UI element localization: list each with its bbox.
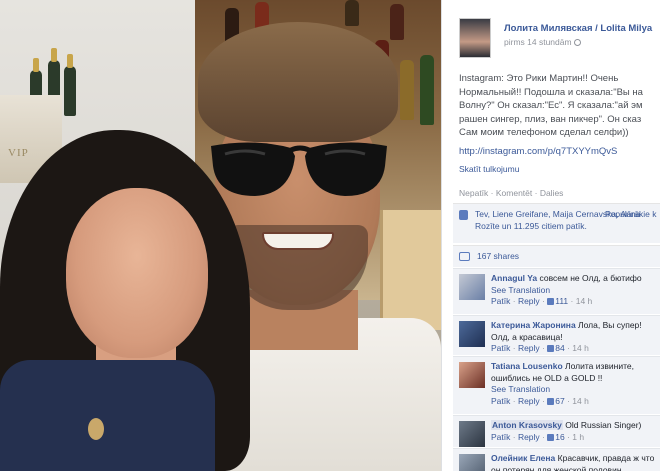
share-action[interactable]: Dalies: [540, 188, 564, 198]
comment-item: Олейник Елена Красавчик, правда ж что он…: [453, 448, 660, 471]
comment-like-link[interactable]: Patīk: [491, 296, 510, 306]
comment-reply-link[interactable]: Reply: [518, 296, 540, 306]
comment-like-count[interactable]: 67: [555, 396, 564, 406]
commenter-avatar[interactable]: [459, 362, 485, 388]
comment-see-translation[interactable]: See Translation: [491, 285, 660, 297]
champagne-bottle: [64, 54, 76, 116]
comment-text: Old Russian Singer): [565, 420, 642, 430]
comment-see-translation[interactable]: See Translation: [491, 384, 660, 396]
commenter-avatar[interactable]: [459, 274, 485, 300]
commenter-name[interactable]: Annagul Ya: [491, 273, 537, 283]
author-avatar[interactable]: [459, 18, 491, 58]
see-translation-link[interactable]: Skatīt tulkojumu: [459, 164, 519, 174]
thumbs-up-icon: [547, 298, 555, 306]
comment-like-count[interactable]: 111: [555, 296, 568, 306]
post-time[interactable]: pirms 14 stundām: [504, 37, 581, 47]
thumbs-up-icon: [547, 433, 555, 441]
shares-count[interactable]: 167 shares: [477, 251, 519, 261]
comment-text: совсем не Олд, а бютифо: [539, 273, 642, 283]
woman-face: [66, 188, 208, 358]
comment-reply-link[interactable]: Reply: [518, 432, 540, 442]
shares-summary[interactable]: 167 shares: [453, 245, 660, 267]
comment-like-count[interactable]: 16: [555, 432, 564, 442]
comment-time[interactable]: 14 h: [576, 296, 593, 306]
post-header: Лолита Милявская / Lolita Milya pirms 14…: [442, 0, 660, 68]
author-name[interactable]: Лолита Милявская / Lolita Milya: [504, 23, 652, 34]
comment-like-link[interactable]: Patīk: [491, 396, 510, 406]
facebook-post-panel: Лолита Милявская / Lolita Milya pirms 14…: [441, 0, 660, 471]
post-link[interactable]: http://instagram.com/p/q7TXYYmQvS: [459, 146, 617, 157]
comment-item: Anton Krasovsky Old Russian Singer) Patī…: [453, 415, 660, 447]
post-time-text: pirms 14 stundām: [504, 37, 572, 47]
unlike-action[interactable]: Nepatīk: [459, 188, 488, 198]
thumbs-up-icon: [459, 210, 468, 220]
pendant: [88, 418, 104, 440]
comment-like-link[interactable]: Patīk: [491, 432, 510, 442]
commenter-avatar[interactable]: [459, 421, 485, 447]
post-actions: Nepatīk · Komentēt · Dalies: [459, 188, 564, 198]
post-text: Instagram: Это Рики Мартин!! Очень Норма…: [459, 73, 643, 138]
photo-cabinet: [380, 210, 441, 330]
likes-summary: Tev, Liene Greifane, Maija Cernavska, An…: [453, 203, 660, 243]
comment-time[interactable]: 14 h: [572, 396, 589, 406]
sunglasses-icon: [211, 142, 387, 196]
post-photo[interactable]: VIP: [0, 0, 441, 471]
comment-item: Tatiana Lousenko Лолита извините, ошибли…: [453, 356, 660, 414]
comment-item: Annagul Ya совсем не Олд, а бютифо See T…: [453, 268, 660, 314]
commenter-avatar[interactable]: [459, 321, 485, 347]
comment-time[interactable]: 14 h: [572, 343, 589, 353]
comment-like-count[interactable]: 84: [555, 343, 564, 353]
commenter-avatar[interactable]: [459, 454, 485, 471]
thumbs-up-icon: [547, 397, 555, 405]
thumbs-up-icon: [547, 345, 555, 353]
share-icon: [459, 252, 470, 261]
commenter-name[interactable]: Tatiana Lousenko: [491, 361, 563, 371]
popular-comments-link[interactable]: Populārākie k: [605, 209, 657, 221]
comment-reply-link[interactable]: Reply: [518, 343, 540, 353]
globe-icon: [573, 39, 581, 47]
commenter-name[interactable]: Катерина Жаронина: [491, 320, 576, 330]
comment-item: Катерина Жаронина Лола, Вы супер! Олд, а…: [453, 315, 660, 355]
comment-time[interactable]: 1 h: [572, 432, 584, 442]
commenter-name[interactable]: Олейник Елена: [491, 453, 555, 463]
vip-label: VIP: [8, 147, 29, 159]
comment-reply-link[interactable]: Reply: [518, 396, 540, 406]
commenter-name[interactable]: Anton Krasovsky: [491, 420, 563, 430]
comment-action[interactable]: Komentēt: [496, 188, 532, 198]
man-smile: [262, 232, 334, 250]
comment-like-link[interactable]: Patīk: [491, 343, 510, 353]
woman-top: [0, 360, 215, 471]
man-hair: [198, 22, 398, 142]
